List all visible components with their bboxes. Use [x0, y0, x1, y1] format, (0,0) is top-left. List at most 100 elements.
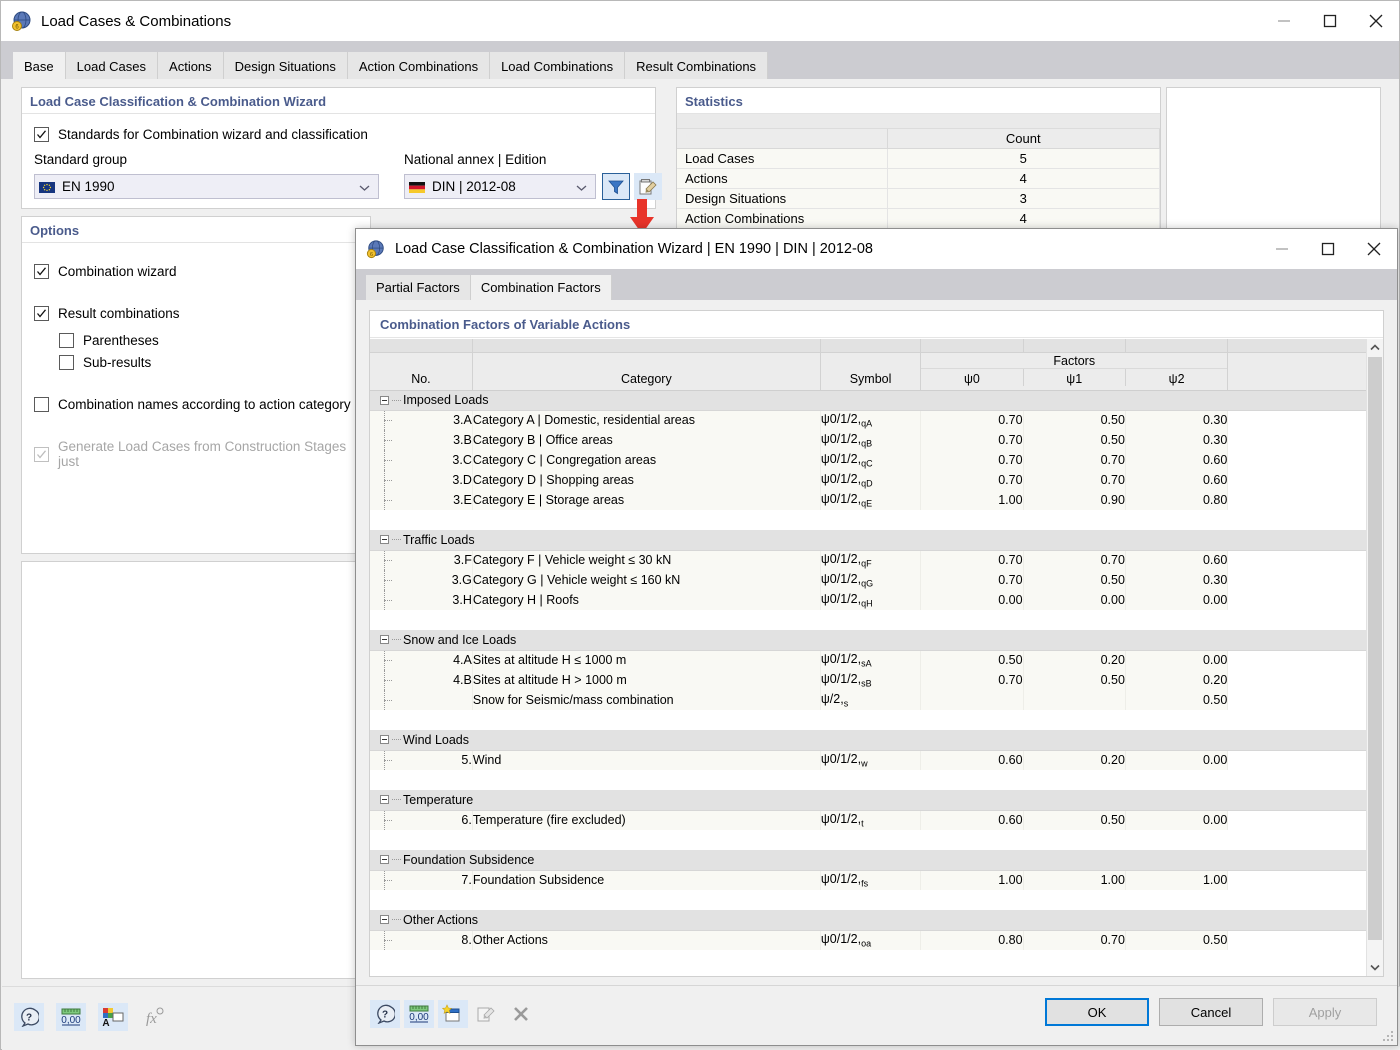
option-sub-results[interactable]: Sub-results [59, 355, 151, 370]
symbol-sub: qD [861, 478, 873, 489]
table-row[interactable]: 4.A Sites at altitude H ≤ 1000 m ψ0/1/2,… [370, 650, 1366, 670]
row-category: Temperature (fire excluded) [472, 810, 821, 830]
tab-load-combinations[interactable]: Load Combinations [490, 52, 626, 80]
table-row[interactable]: 5. Wind ψ0/1/2,w 0.60 0.20 0.00 [370, 750, 1366, 770]
symbol-base: ψ0/1/2, [820, 872, 862, 886]
row-psi1: 0.20 [1023, 650, 1126, 670]
chevron-down-icon[interactable] [576, 179, 587, 194]
tab-partial-factors[interactable]: Partial Factors [366, 275, 471, 300]
option-result-combinations[interactable]: Result combinations [34, 306, 180, 321]
col-header-symbol[interactable]: Symbol [820, 352, 922, 391]
grid-vertical-scrollbar[interactable] [1366, 339, 1383, 976]
help-icon[interactable]: ? [14, 1003, 44, 1031]
row-category: Sites at altitude H > 1000 m [472, 670, 821, 690]
table-row[interactable]: 3.A Category A | Domestic, residential a… [370, 410, 1366, 430]
row-no-text: 3.D [452, 473, 472, 487]
col-header-psi1[interactable]: ψ1 [1022, 368, 1125, 386]
collapse-icon[interactable] [380, 915, 389, 925]
table-row[interactable]: 3.D Category D | Shopping areas ψ0/1/2,q… [370, 470, 1366, 490]
collapse-icon[interactable] [380, 795, 389, 805]
table-row[interactable]: 3.B Category B | Office areas ψ0/1/2,qB … [370, 430, 1366, 450]
option-parentheses[interactable]: Parentheses [59, 333, 159, 348]
tab-action-combinations[interactable]: Action Combinations [347, 52, 491, 80]
tab-actions[interactable]: Actions [158, 52, 224, 80]
table-row[interactable]: 6. Temperature (fire excluded) ψ0/1/2,t … [370, 810, 1366, 830]
group-row-imposed-loads[interactable]: Imposed Loads [370, 390, 1366, 411]
table-row[interactable]: 8. Other Actions ψ0/1/2,oa 0.80 0.70 0.5… [370, 930, 1366, 950]
table-row[interactable]: Action Combinations 4 [677, 208, 1160, 229]
symbol-base: ψ0/1/2, [820, 591, 862, 606]
table-row[interactable]: 3.G Category G | Vehicle weight ≤ 160 kN… [370, 570, 1366, 590]
sub-results-checkbox[interactable] [59, 355, 74, 370]
col-header-category[interactable]: Category [472, 352, 821, 391]
cancel-button[interactable]: Cancel [1159, 998, 1263, 1026]
group-row-foundation-subsidence[interactable]: Foundation Subsidence [370, 850, 1366, 871]
scroll-down-icon[interactable] [1367, 959, 1383, 976]
tab-result-combinations[interactable]: Result Combinations [625, 52, 769, 80]
chevron-down-icon[interactable] [359, 179, 370, 194]
table-row[interactable]: Actions 4 [677, 168, 1160, 189]
collapse-icon[interactable] [380, 535, 389, 545]
ok-button[interactable]: OK [1045, 998, 1149, 1026]
standard-group-combo[interactable]: EN 1990 [34, 174, 379, 199]
table-row[interactable]: 4.B Sites at altitude H > 1000 m ψ0/1/2,… [370, 670, 1366, 690]
close-icon[interactable] [1353, 1, 1399, 41]
row-symbol: ψ0/1/2,sA [820, 650, 922, 670]
group-row-traffic-loads[interactable]: Traffic Loads [370, 530, 1366, 551]
help-icon[interactable]: ? [370, 1000, 400, 1028]
group-row-wind-loads[interactable]: Wind Loads [370, 730, 1366, 751]
table-row[interactable]: 3.C Category C | Congregation areas ψ0/1… [370, 450, 1366, 470]
symbol-base: ψ0/1/2, [820, 552, 862, 566]
statistics-header-row: Count [677, 128, 1160, 149]
new-icon[interactable] [438, 1000, 468, 1028]
group-row-other-actions[interactable]: Other Actions [370, 910, 1366, 931]
col-header-no[interactable]: No. [370, 352, 473, 391]
minimize-icon[interactable] [1261, 1, 1307, 41]
combination-names-checkbox[interactable] [34, 397, 49, 412]
tab-load-cases[interactable]: Load Cases [65, 52, 159, 80]
row-no: 3.D [370, 470, 473, 490]
tab-base[interactable]: Base [13, 52, 66, 80]
table-row[interactable]: Design Situations 3 [677, 188, 1160, 209]
units-icon[interactable]: 0,00 [56, 1003, 86, 1031]
collapse-icon[interactable] [380, 855, 389, 865]
display-properties-icon[interactable]: A [98, 1003, 128, 1031]
table-row[interactable]: 7. Foundation Subsidence ψ0/1/2,fs 1.00 … [370, 870, 1366, 890]
col-header-psi2[interactable]: ψ2 [1124, 368, 1227, 386]
table-row[interactable]: Snow for Seismic/mass combination ψ/2,s … [370, 690, 1366, 710]
col-header-psi0[interactable]: ψ0 [921, 369, 1022, 386]
collapse-icon[interactable] [380, 395, 389, 405]
table-row[interactable]: 3.H Category H | Roofs ψ0/1/2,qH 0.00 0.… [370, 590, 1366, 610]
group-row-temperature[interactable]: Temperature [370, 790, 1366, 811]
close-icon[interactable] [1351, 229, 1397, 269]
parentheses-checkbox[interactable] [59, 333, 74, 348]
option-combination-names[interactable]: Combination names according to action ca… [34, 397, 351, 412]
table-row[interactable]: 3.F Category F | Vehicle weight ≤ 30 kN … [370, 550, 1366, 570]
tab-label: Load Cases [76, 58, 147, 74]
scrollbar-thumb[interactable] [1368, 357, 1382, 940]
group-row-snow-and-ice-loads[interactable]: Snow and Ice Loads [370, 630, 1366, 651]
scroll-up-icon[interactable] [1367, 339, 1383, 356]
resize-grip[interactable] [1382, 1030, 1394, 1042]
filter-funnel-icon[interactable] [602, 173, 630, 200]
tab-combination-factors[interactable]: Combination Factors [470, 275, 612, 300]
table-row[interactable]: 3.E Category E | Storage areas ψ0/1/2,qE… [370, 490, 1366, 510]
maximize-icon[interactable] [1305, 229, 1351, 269]
table-row[interactable]: Load Cases 5 [677, 148, 1160, 169]
collapse-icon[interactable] [380, 735, 389, 745]
result-combinations-checkbox[interactable] [34, 306, 49, 321]
edit-standard-icon[interactable] [634, 173, 662, 200]
row-psi2: 0.00 [1125, 750, 1229, 770]
combination-wizard-checkbox[interactable] [34, 264, 49, 279]
tab-design-situations[interactable]: Design Situations [223, 52, 348, 80]
national-annex-combo[interactable]: DIN | 2012-08 [404, 174, 596, 199]
standards-checkbox-row[interactable]: Standards for Combination wizard and cla… [34, 127, 368, 142]
collapse-icon[interactable] [380, 635, 389, 645]
minimize-icon[interactable] [1259, 229, 1305, 269]
standards-checkbox[interactable] [34, 127, 49, 142]
row-psi0: 1.00 [920, 870, 1024, 890]
factors-group-label: Factors [1053, 353, 1096, 368]
units-icon[interactable]: 0,00 [404, 1000, 434, 1028]
maximize-icon[interactable] [1307, 1, 1353, 41]
option-combination-wizard[interactable]: Combination wizard [34, 264, 177, 279]
